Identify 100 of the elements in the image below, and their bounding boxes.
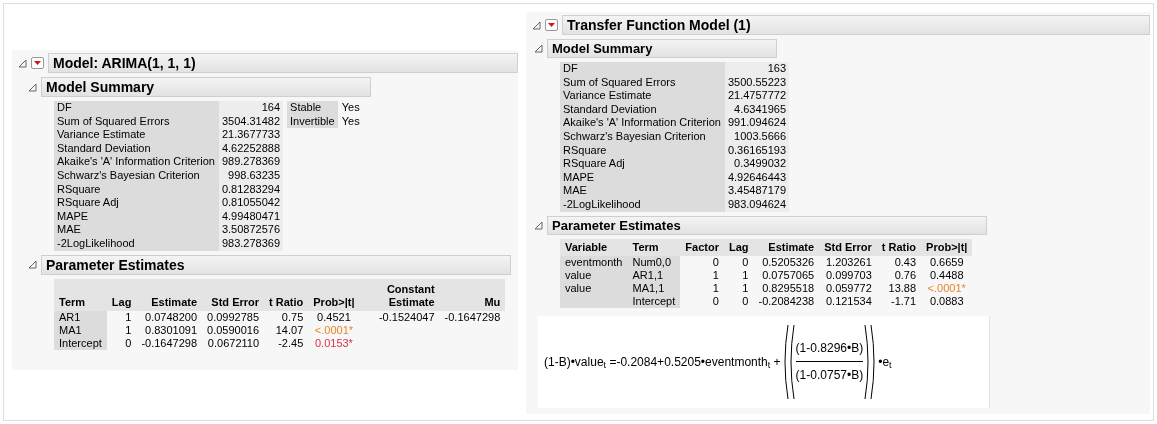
- column-header: t Ratio: [264, 278, 309, 311]
- table-cell: 0.0883: [929, 294, 964, 307]
- report-title[interactable]: Model: ARIMA(1, 1, 1): [48, 53, 518, 73]
- column-header: Estimate: [136, 278, 203, 311]
- row-value: 0.81283294: [221, 182, 281, 197]
- row-label: DF: [563, 62, 579, 76]
- table-cell: Num0,0: [632, 255, 671, 268]
- table-cell: MA1: [59, 323, 82, 336]
- row-value: 998.63235: [227, 168, 281, 183]
- row-label: -2LogLikelihood: [57, 236, 136, 251]
- table-cell: 0: [712, 294, 719, 307]
- disclosure-icon[interactable]: [18, 58, 27, 68]
- dropdown-menu-icon[interactable]: [31, 57, 44, 69]
- row-label: Akaike's 'A' Information Criterion: [563, 116, 721, 130]
- row-value: 164: [260, 101, 281, 115]
- column-header: Lag: [106, 278, 137, 311]
- table-cell: value: [565, 281, 592, 294]
- dropdown-menu-icon[interactable]: [545, 19, 558, 31]
- column-header: Estimate: [753, 238, 820, 256]
- table-cell: 0.099703: [825, 268, 872, 281]
- row-value: 983.278369: [221, 236, 281, 251]
- section-header[interactable]: Parameter Estimates: [547, 215, 987, 235]
- table-cell: 0: [125, 336, 132, 349]
- row-value: 4.62252888: [221, 141, 281, 156]
- column-header: Term: [627, 238, 681, 256]
- row-value: 989.278369: [221, 155, 281, 169]
- table-cell: AR1: [59, 310, 81, 323]
- row-value: 991.094624: [727, 116, 787, 130]
- table-cell: 0.0153*: [314, 336, 353, 349]
- table-cell: Intercept: [59, 336, 102, 349]
- section-header[interactable]: Model Summary: [41, 77, 371, 97]
- table-cell: 0.4521: [317, 310, 351, 323]
- formula-text: (1-B)•value$_{t}$ =-0.2084+0.5205•eventmonth$_{t}$ +: [544, 353, 781, 371]
- table-cell: 0.0590016: [207, 323, 260, 336]
- table-cell: -1.71: [891, 294, 917, 307]
- disclosure-icon[interactable]: [532, 20, 541, 30]
- row-value: 3500.55223: [727, 75, 787, 90]
- table-cell: eventmonth: [565, 255, 623, 268]
- column-header: Lag: [723, 238, 754, 256]
- table-cell: 1.203261: [825, 255, 872, 268]
- table-cell: 0.4488: [929, 268, 964, 281]
- numerator: (1-0.8296•B): [795, 340, 864, 358]
- table-cell: 1: [125, 310, 132, 323]
- row-value: Yes: [341, 114, 360, 129]
- table-cell: 1: [742, 281, 749, 294]
- row-label: MAPE: [57, 209, 90, 224]
- column-header: Prob>|t|: [308, 278, 360, 311]
- column-header: t Ratio: [876, 238, 922, 256]
- row-label: Variance Estimate: [57, 128, 147, 142]
- row-label: Schwarz's Bayesian Criterion: [563, 129, 707, 144]
- row-label: RSquare Adj: [563, 157, 626, 171]
- table-cell: 0.6659: [929, 255, 964, 268]
- column-header: Variable: [560, 238, 628, 256]
- table-cell: <.0001*: [314, 323, 354, 336]
- table-cell: 0.5205326: [762, 255, 815, 268]
- table-cell: 13.88: [888, 281, 917, 294]
- section-header[interactable]: Model Summary: [547, 39, 777, 58]
- table-cell: -0.1647298: [141, 336, 198, 349]
- disclosure-icon[interactable]: [534, 44, 543, 53]
- row-value: Yes: [341, 101, 360, 115]
- denominator: (1-0.0757•B): [795, 367, 864, 385]
- column-header: Term: [54, 278, 107, 311]
- disclosure-icon[interactable]: [534, 220, 543, 230]
- row-value: 0.81055042: [221, 196, 281, 210]
- table-cell: 0.8301091: [145, 323, 198, 336]
- table-cell: 0.8295518: [762, 281, 815, 294]
- column-header: Constant Estimate: [359, 278, 440, 311]
- row-value: 3.50872576: [221, 223, 281, 237]
- table-cell: 14.07: [275, 323, 304, 336]
- disclosure-icon[interactable]: [28, 82, 37, 92]
- formula-text: •e$_{t}$: [878, 353, 892, 371]
- column-header: Std Error: [819, 238, 877, 256]
- row-label: MAE: [57, 223, 82, 237]
- table-cell: -2.45: [278, 336, 304, 349]
- row-value: 4.92646443: [727, 170, 787, 185]
- disclosure-icon[interactable]: [28, 260, 37, 270]
- row-label: Sum of Squared Errors: [57, 114, 171, 129]
- table-cell: 0: [712, 255, 719, 268]
- section-header[interactable]: Parameter Estimates: [41, 254, 511, 275]
- table-cell: 0.0672110: [207, 336, 260, 349]
- table-cell: -0.1647298: [444, 310, 501, 323]
- table-cell: 0.76: [894, 268, 917, 281]
- row-label: RSquare Adj: [57, 196, 120, 210]
- row-value: 0.3499032: [733, 157, 787, 171]
- table-cell: 0.0757065: [762, 268, 815, 281]
- row-value: 0.36165193: [727, 143, 787, 158]
- column-header: Std Error: [202, 278, 265, 311]
- row-value: 4.6341965: [733, 102, 787, 117]
- table-cell: 0.121534: [825, 294, 872, 307]
- column-header: Prob>|t|: [921, 238, 973, 256]
- report-title[interactable]: Transfer Function Model (1): [562, 15, 1150, 35]
- row-value: 3.45487179: [727, 184, 787, 198]
- table-cell: 0: [742, 294, 749, 307]
- row-label: RSquare: [57, 182, 102, 197]
- row-value: 21.4757772: [727, 89, 787, 103]
- row-value: 1003.5666: [733, 129, 787, 144]
- row-label: DF: [57, 101, 73, 115]
- row-label: Standard Deviation: [57, 141, 152, 156]
- table-cell: 0.75: [281, 310, 304, 323]
- row-value: 4.99480471: [221, 209, 281, 224]
